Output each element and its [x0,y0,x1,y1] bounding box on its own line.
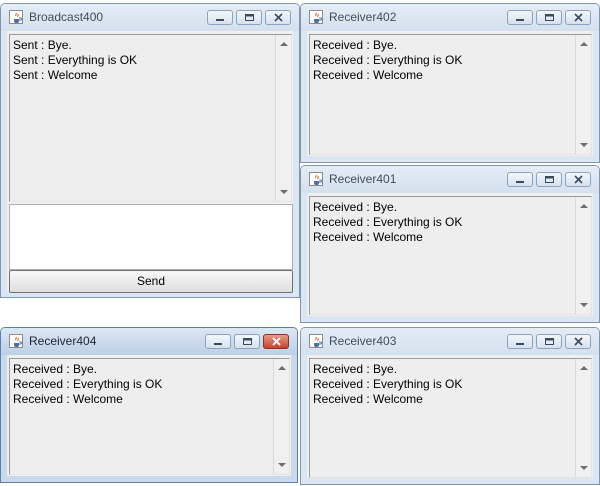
received-messages-area[interactable]: Received : Bye. Received : Everything is… [309,34,592,155]
message-line: Received : Everything is OK [13,377,163,391]
maximize-icon [545,338,554,345]
maximize-button[interactable] [536,334,562,349]
receiver-403-window[interactable]: Receiver403 Received : Bye. Received : E… [300,327,600,485]
maximize-button[interactable] [536,10,562,25]
title-bar[interactable]: Broadcast400 [1,4,299,31]
chevron-down-icon[interactable] [580,142,588,148]
window-content: Received : Bye. Received : Everything is… [307,193,593,316]
minimize-button[interactable] [507,334,533,349]
chevron-up-icon[interactable] [580,41,588,47]
window-title: Receiver404 [29,334,97,348]
chevron-up-icon[interactable] [278,365,286,371]
close-button[interactable] [265,10,291,25]
message-line: Sent : Welcome [13,68,98,82]
received-messages-area[interactable]: Received : Bye. Received : Everything is… [309,196,592,315]
close-icon [574,337,583,346]
close-icon [574,13,583,22]
vertical-scrollbar[interactable] [275,35,291,201]
chevron-down-icon[interactable] [280,189,288,195]
received-messages-area[interactable]: Received : Bye. Received : Everything is… [309,358,592,478]
minimize-icon [516,343,524,345]
message-line: Received : Bye. [313,200,398,214]
java-cup-icon [309,10,323,24]
sent-messages-area[interactable]: Sent : Bye. Sent : Everything is OK Sent… [9,34,292,202]
window-content: Received : Bye. Received : Everything is… [307,355,593,478]
window-title: Broadcast400 [29,10,104,24]
message-line: Received : Welcome [313,68,423,82]
message-line: Sent : Bye. [13,38,72,52]
received-messages-area[interactable]: Received : Bye. Received : Everything is… [9,358,290,475]
maximize-button[interactable] [236,10,262,25]
chevron-up-icon[interactable] [280,41,288,47]
window-content: Received : Bye. Received : Everything is… [7,355,291,476]
minimize-button[interactable] [207,10,233,25]
chevron-up-icon[interactable] [580,365,588,371]
vertical-scrollbar[interactable] [575,35,591,154]
minimize-icon [216,19,224,21]
message-line: Received : Welcome [313,230,423,244]
close-icon [272,337,281,346]
close-button[interactable] [565,334,591,349]
message-line: Received : Bye. [313,362,398,376]
maximize-button[interactable] [536,172,562,187]
message-line: Received : Welcome [13,392,123,406]
message-line: Received : Bye. [313,38,398,52]
message-line: Received : Everything is OK [313,215,463,229]
broadcast-window[interactable]: Broadcast400 Sent : Bye. Sent : Everythi… [0,3,300,298]
close-button[interactable] [565,10,591,25]
close-icon [574,175,583,184]
title-bar[interactable]: Receiver402 [301,4,599,31]
maximize-icon [243,338,252,345]
java-cup-icon [309,334,323,348]
close-button[interactable] [565,172,591,187]
minimize-icon [516,181,524,183]
receiver-402-window[interactable]: Receiver402 Received : Bye. Received : E… [300,3,600,163]
java-cup-icon [9,10,23,24]
title-bar[interactable]: Receiver401 [301,166,599,193]
window-content: Received : Bye. Received : Everything is… [307,31,593,156]
minimize-icon [516,19,524,21]
minimize-button[interactable] [507,10,533,25]
close-icon [274,13,283,22]
send-button[interactable]: Send [9,270,293,293]
message-input[interactable] [9,204,293,270]
window-title: Receiver402 [329,10,397,24]
maximize-button[interactable] [234,334,260,349]
receiver-401-window[interactable]: Receiver401 Received : Bye. Received : E… [300,165,600,323]
message-line: Received : Everything is OK [313,377,463,391]
maximize-icon [245,14,254,21]
vertical-scrollbar[interactable] [575,197,591,314]
java-cup-icon [309,172,323,186]
minimize-button[interactable] [205,334,231,349]
message-line: Sent : Everything is OK [13,53,138,67]
receiver-404-window[interactable]: Receiver404 Received : Bye. Received : E… [0,327,298,483]
maximize-icon [545,14,554,21]
chevron-down-icon[interactable] [278,462,286,468]
maximize-icon [545,176,554,183]
window-content: Sent : Bye. Sent : Everything is OK Sent… [7,31,293,293]
java-cup-icon [9,334,23,348]
title-bar[interactable]: Receiver403 [301,328,599,355]
close-button[interactable] [263,334,289,349]
message-line: Received : Everything is OK [313,53,463,67]
vertical-scrollbar[interactable] [575,359,591,477]
chevron-down-icon[interactable] [580,302,588,308]
window-title: Receiver403 [329,334,397,348]
window-title: Receiver401 [329,172,397,186]
chevron-up-icon[interactable] [580,203,588,209]
chevron-down-icon[interactable] [580,465,588,471]
message-line: Received : Bye. [13,362,98,376]
vertical-scrollbar[interactable] [273,359,289,474]
minimize-button[interactable] [507,172,533,187]
message-line: Received : Welcome [313,392,423,406]
minimize-icon [214,343,222,345]
title-bar[interactable]: Receiver404 [1,328,297,355]
